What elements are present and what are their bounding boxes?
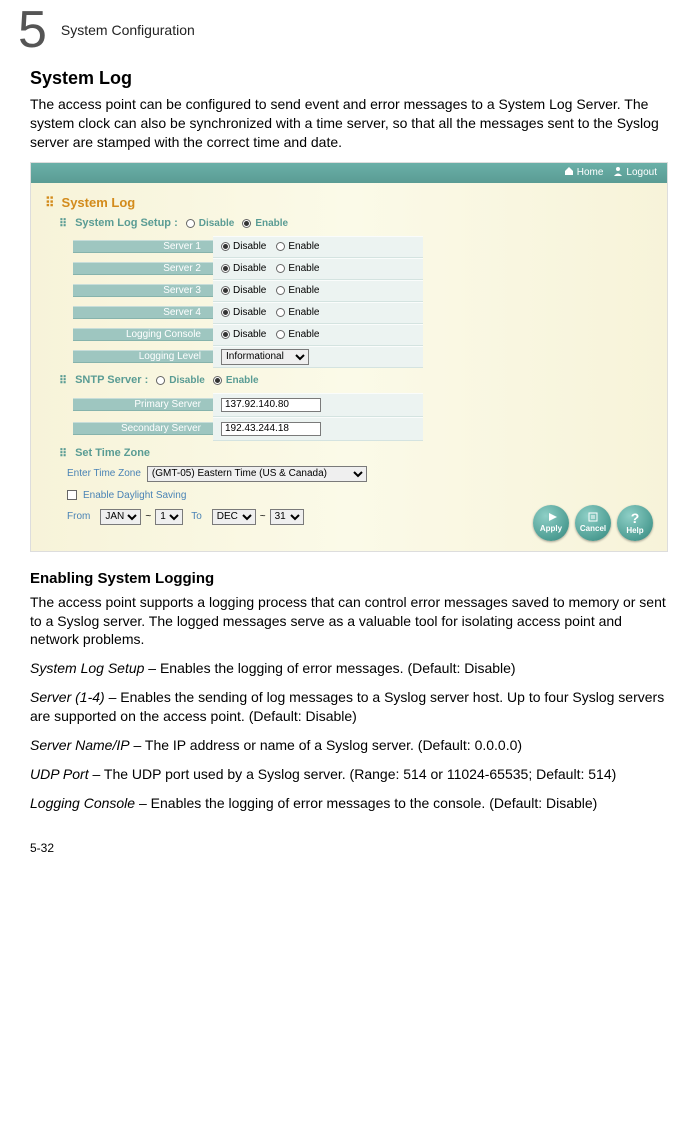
cancel-button[interactable]: Cancel <box>575 505 611 541</box>
enable-label: Enable <box>226 375 259 386</box>
def-server: Server (1-4) – Enables the sending of lo… <box>30 688 668 726</box>
disable-label: Disable <box>199 218 235 229</box>
sntp-disable[interactable]: Disable <box>156 375 205 386</box>
cancel-icon <box>587 512 599 524</box>
set-time-zone-title: Set Time Zone <box>75 447 150 459</box>
enable-label: Enable <box>288 285 319 296</box>
section-system-log-title: System Log <box>62 195 136 210</box>
server1-enable[interactable]: Enable <box>276 241 319 252</box>
home-label: Home <box>577 167 604 178</box>
logging-console-disable[interactable]: Disable <box>221 329 266 340</box>
cancel-label: Cancel <box>580 524 606 533</box>
help-label: Help <box>626 526 643 535</box>
logging-console-enable[interactable]: Enable <box>276 329 319 340</box>
enable-label: Enable <box>288 329 319 340</box>
home-link[interactable]: Home <box>564 166 604 179</box>
home-icon <box>564 166 574 179</box>
para-enable-logging: The access point supports a logging proc… <box>30 593 668 650</box>
page-number: 5-32 <box>18 841 668 855</box>
logout-link[interactable]: Logout <box>613 166 657 179</box>
server4-disable[interactable]: Disable <box>221 307 266 318</box>
chapter-title: System Configuration <box>61 22 195 38</box>
logging-level-select[interactable]: Informational <box>221 349 309 365</box>
def-val: – Enables the sending of log messages to… <box>30 689 664 724</box>
server2-disable[interactable]: Disable <box>221 263 266 274</box>
def-val: – The IP address or name of a Syslog ser… <box>130 737 522 753</box>
grid-icon: ⠿ <box>59 447 67 460</box>
person-icon <box>613 166 623 179</box>
syslog-setup-enable[interactable]: Enable <box>242 218 288 229</box>
disable-label: Disable <box>233 329 266 340</box>
def-val: – The UDP port used by a Syslog server. … <box>89 766 617 782</box>
help-button[interactable]: ? Help <box>617 505 653 541</box>
time-zone-select[interactable]: (GMT-05) Eastern Time (US & Canada) <box>147 466 367 482</box>
help-icon: ? <box>631 510 640 526</box>
syslog-setup-label: System Log Setup : <box>75 217 178 229</box>
server3-label: Server 3 <box>73 284 213 297</box>
def-key: System Log Setup <box>30 660 144 676</box>
server2-enable[interactable]: Enable <box>276 263 319 274</box>
server3-disable[interactable]: Disable <box>221 285 266 296</box>
def-key: Server (1-4) <box>30 689 105 705</box>
apply-icon <box>544 512 558 524</box>
from-day-select[interactable]: 1 <box>155 509 183 525</box>
heading-enable-logging: Enabling System Logging <box>30 570 668 587</box>
from-month-select[interactable]: JAN <box>100 509 141 525</box>
apply-button[interactable]: Apply <box>533 505 569 541</box>
grid-icon: ⠿ <box>59 374 67 387</box>
grid-icon: ⠿ <box>59 217 67 230</box>
server4-enable[interactable]: Enable <box>276 307 319 318</box>
server1-disable[interactable]: Disable <box>221 241 266 252</box>
def-key: UDP Port <box>30 766 89 782</box>
def-key: Logging Console <box>30 795 135 811</box>
intro-paragraph: The access point can be configured to se… <box>30 95 668 152</box>
server1-label: Server 1 <box>73 240 213 253</box>
disable-label: Disable <box>233 307 266 318</box>
server3-enable[interactable]: Enable <box>276 285 319 296</box>
enable-label: Enable <box>255 218 288 229</box>
apply-label: Apply <box>540 524 562 533</box>
def-val: – Enables the logging of error messages.… <box>144 660 515 676</box>
dst-label: Enable Daylight Saving <box>83 490 186 501</box>
enter-time-zone-label: Enter Time Zone <box>67 468 141 479</box>
def-syslog-setup: System Log Setup – Enables the logging o… <box>30 659 668 678</box>
logout-label: Logout <box>626 167 657 178</box>
enable-label: Enable <box>288 307 319 318</box>
sep: ~ <box>260 511 266 522</box>
primary-server-label: Primary Server <box>73 398 213 411</box>
to-label: To <box>191 511 202 522</box>
server2-label: Server 2 <box>73 262 213 275</box>
to-day-select[interactable]: 31 <box>270 509 304 525</box>
def-server-name: Server Name/IP – The IP address or name … <box>30 736 668 755</box>
secondary-server-label: Secondary Server <box>73 422 213 435</box>
server4-label: Server 4 <box>73 306 213 319</box>
enable-label: Enable <box>288 263 319 274</box>
def-logging-console: Logging Console – Enables the logging of… <box>30 794 668 813</box>
syslog-setup-disable[interactable]: Disable <box>186 218 235 229</box>
primary-server-input[interactable] <box>221 398 321 412</box>
disable-label: Disable <box>233 263 266 274</box>
sntp-setup-label: SNTP Server : <box>75 374 148 386</box>
chapter-number-box: 5 <box>18 0 47 60</box>
def-udp-port: UDP Port – The UDP port used by a Syslog… <box>30 765 668 784</box>
dst-checkbox[interactable] <box>67 490 77 500</box>
sep: ~ <box>145 511 151 522</box>
disable-label: Disable <box>233 285 266 296</box>
sntp-enable[interactable]: Enable <box>213 375 259 386</box>
def-key: Server Name/IP <box>30 737 130 753</box>
def-val: – Enables the logging of error messages … <box>135 795 597 811</box>
from-label: From <box>67 511 90 522</box>
disable-label: Disable <box>169 375 205 386</box>
heading-system-log: System Log <box>30 68 668 89</box>
logging-console-label: Logging Console <box>73 328 213 341</box>
to-month-select[interactable]: DEC <box>212 509 256 525</box>
grid-icon: ⠿ <box>45 195 56 211</box>
disable-label: Disable <box>233 241 266 252</box>
embedded-screenshot: Home Logout ⠿ System Log ⠿ System Log Set… <box>30 162 668 552</box>
logging-level-label: Logging Level <box>73 350 213 363</box>
secondary-server-input[interactable] <box>221 422 321 436</box>
enable-label: Enable <box>288 241 319 252</box>
